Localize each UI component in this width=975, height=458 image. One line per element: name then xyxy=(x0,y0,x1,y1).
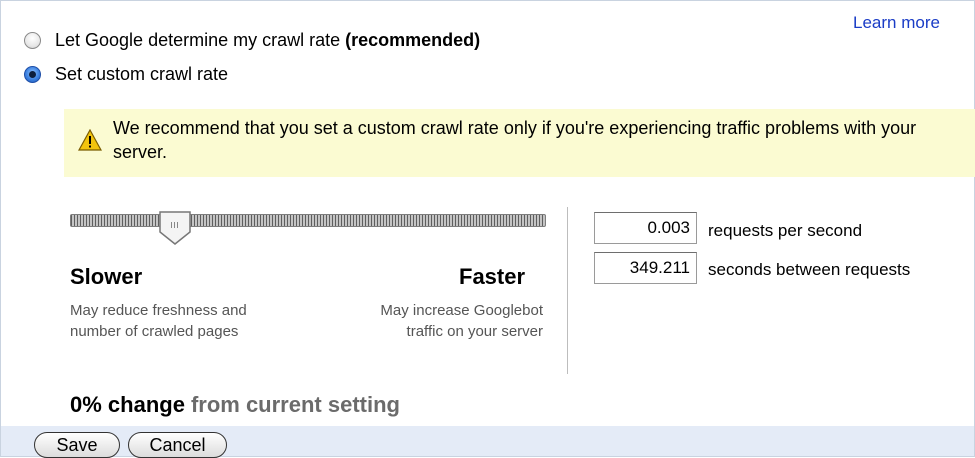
warning-triangle-icon xyxy=(77,128,103,156)
faster-label: Faster xyxy=(459,264,526,289)
seconds-between-requests-label: seconds between requests xyxy=(708,260,911,279)
requests-per-second-label: requests per second xyxy=(708,221,863,240)
seconds-between-requests-input[interactable] xyxy=(594,252,697,284)
radio-custom-rate[interactable] xyxy=(24,66,41,83)
cancel-button[interactable]: Cancel xyxy=(128,432,227,458)
change-percent: 0% change xyxy=(70,392,185,417)
option-custom-label: Set custom crawl rate xyxy=(55,64,229,84)
radio-google-determined[interactable] xyxy=(24,32,41,49)
slider-track[interactable] xyxy=(70,214,546,227)
slower-description: May reduce freshness and number of crawl… xyxy=(70,302,247,340)
slider-thumb[interactable] xyxy=(158,210,192,251)
faster-description: May increase Googlebot traffic on your s… xyxy=(380,302,543,340)
crawl-rate-slider[interactable] xyxy=(70,210,546,270)
slower-label: Slower xyxy=(70,264,143,289)
change-suffix: from current setting xyxy=(190,392,400,417)
requests-per-second-input[interactable] xyxy=(594,212,697,244)
option-recommended-note: (recommended) xyxy=(345,30,481,50)
learn-more-link[interactable]: Learn more xyxy=(853,13,940,33)
option-google-label: Let Google determine my crawl rate xyxy=(55,30,341,50)
divider xyxy=(567,207,568,374)
option-google-determined[interactable]: Let Google determine my crawl rate (reco… xyxy=(24,30,480,51)
warning-text: We recommend that you set a custom crawl… xyxy=(113,118,917,162)
change-summary: 0% change from current setting xyxy=(70,392,400,418)
warning-box: We recommend that you set a custom crawl… xyxy=(64,109,975,177)
option-custom-rate[interactable]: Set custom crawl rate xyxy=(24,64,228,85)
save-button[interactable]: Save xyxy=(34,432,120,458)
